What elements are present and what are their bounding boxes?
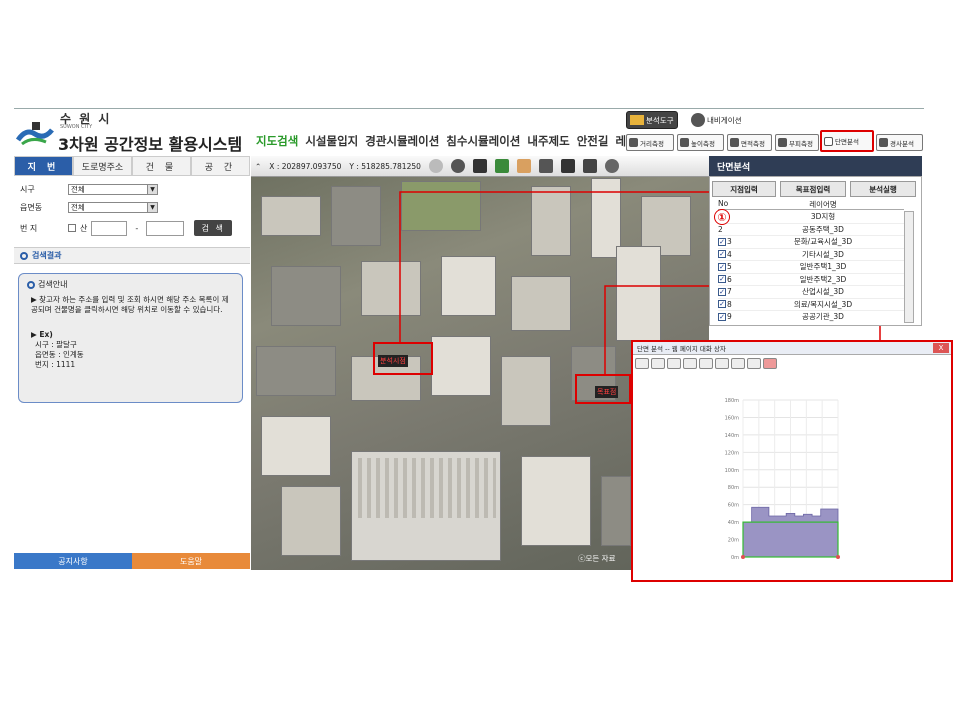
target-point-button[interactable]: 목표점입력: [780, 181, 846, 197]
layer-no: 2: [718, 225, 742, 234]
layer-no-text: 2: [718, 224, 723, 234]
layer-row[interactable]: ✓ 5 일반주택1_3D: [718, 261, 904, 274]
profile-window-titlebar: 단면 분석 -- 웹 페이지 대화 상자: [633, 342, 951, 355]
y-tick-label: 0m: [731, 555, 739, 561]
y-tick-label: 120m: [725, 450, 740, 456]
layer-row[interactable]: ✓ 6 일반주택2_3D: [718, 274, 904, 286]
layer-row[interactable]: 3D지형: [718, 211, 904, 224]
run-analysis-button[interactable]: 분석실행: [850, 181, 916, 197]
layer-row[interactable]: ✓ 4 기타시설_3D: [718, 249, 904, 261]
layer-no-text: 6: [727, 274, 732, 284]
section-profile-window: 단면 분석 -- 웹 페이지 대화 상자 X 180m 160m 140m 120m 1…: [631, 340, 953, 582]
profile-chart: 180m 160m 140m 120m 100m 80m 60m 40m 20m 0m: [725, 398, 840, 561]
layer-row[interactable]: ✓ 3 문화/교육시설_3D: [718, 236, 904, 249]
layer-name: 의료/복지시설_3D: [793, 299, 853, 309]
layer-checkbox[interactable]: ✓: [718, 250, 726, 259]
y-tick-label: 20m: [728, 538, 739, 544]
y-tick-label: 140m: [725, 433, 740, 439]
y-tick-label: 40m: [728, 520, 739, 526]
save-icon[interactable]: [731, 358, 745, 369]
y-tick-label: 80m: [728, 485, 739, 491]
layer-name: 산업시설_3D: [802, 287, 844, 297]
layer-row[interactable]: ✓ 8 의료/복지시설_3D: [718, 299, 904, 311]
print-icon[interactable]: [747, 358, 761, 369]
y-tick-label: 180m: [725, 398, 740, 404]
profile-toolbar: [635, 358, 777, 369]
pan-icon[interactable]: [683, 358, 697, 369]
layer-no-text: 7: [727, 287, 732, 297]
start-point-button[interactable]: 지점입력: [712, 181, 776, 197]
layer-list: 3D지형 2 공동주택_3D ✓ 3 문화/교육시설_3D ✓ 4 기타시설_3D ✓ 5 일반주택1…: [718, 211, 904, 323]
delete-icon[interactable]: [763, 358, 777, 369]
end-marker: [836, 555, 840, 559]
y-tick-label: 60m: [728, 503, 739, 509]
layer-no-text: 5: [727, 262, 732, 272]
layer-no: ✓ 5: [718, 262, 742, 271]
section-panel: 지점입력 목표점입력 분석실행 No 레이어명 3D지형 2 공동주택_3D ✓ 3 문화…: [709, 176, 922, 326]
layer-no: ✓ 6: [718, 275, 742, 284]
col-no: No: [718, 199, 729, 208]
y-tick-label: 160m: [725, 415, 740, 421]
start-marker: [741, 555, 745, 559]
col-layer-name: 레이어명: [809, 200, 837, 209]
layer-name: 공공기관_3D: [802, 312, 844, 322]
layer-row[interactable]: ✓ 9 공공기관_3D: [718, 311, 904, 323]
zoom-out-icon[interactable]: [651, 358, 665, 369]
layer-checkbox[interactable]: ✓: [718, 262, 726, 271]
layer-table-header: No 레이어명: [718, 199, 904, 210]
profile-window-title: 단면 분석 -- 웹 페이지 대화 상자: [637, 345, 726, 353]
layer-name: 3D지형: [810, 212, 836, 222]
layer-no-text: 8: [727, 299, 732, 309]
zoom-in-icon[interactable]: [635, 358, 649, 369]
layer-row[interactable]: 2 공동주택_3D: [718, 224, 904, 236]
layer-name: 문화/교육시설_3D: [793, 237, 853, 247]
fit-icon[interactable]: [667, 358, 681, 369]
layer-row[interactable]: ✓ 7 산업시설_3D: [718, 286, 904, 299]
step-badge-1: ①: [714, 209, 730, 225]
layer-name: 일반주택1_3D: [799, 262, 847, 272]
profile-area: [742, 506, 839, 558]
layer-name: 공동주택_3D: [802, 224, 844, 234]
layer-name: 기타시설_3D: [802, 249, 844, 259]
section-panel-title: 단면분석: [709, 156, 922, 176]
layer-no: ✓ 3: [718, 237, 742, 246]
layer-checkbox[interactable]: ✓: [718, 287, 726, 296]
layer-scrollbar[interactable]: [904, 211, 914, 323]
layer-name: 일반주택2_3D: [799, 274, 847, 284]
layer-no: ✓ 7: [718, 287, 742, 296]
layer-checkbox[interactable]: ✓: [718, 237, 726, 246]
y-tick-label: 100m: [725, 468, 740, 474]
layer-no: ✓ 9: [718, 312, 742, 321]
layer-no: ✓ 8: [718, 300, 742, 309]
layer-checkbox[interactable]: ✓: [718, 275, 726, 284]
layer-checkbox[interactable]: ✓: [718, 312, 726, 321]
select-icon[interactable]: [699, 358, 713, 369]
layer-no-text: 4: [727, 249, 732, 259]
close-icon[interactable]: X: [933, 343, 949, 353]
layer-no-text: 3: [727, 237, 732, 247]
layer-no-text: 9: [727, 312, 732, 322]
measure-icon[interactable]: [715, 358, 729, 369]
layer-no: ✓ 4: [718, 250, 742, 259]
layer-checkbox[interactable]: ✓: [718, 300, 726, 309]
